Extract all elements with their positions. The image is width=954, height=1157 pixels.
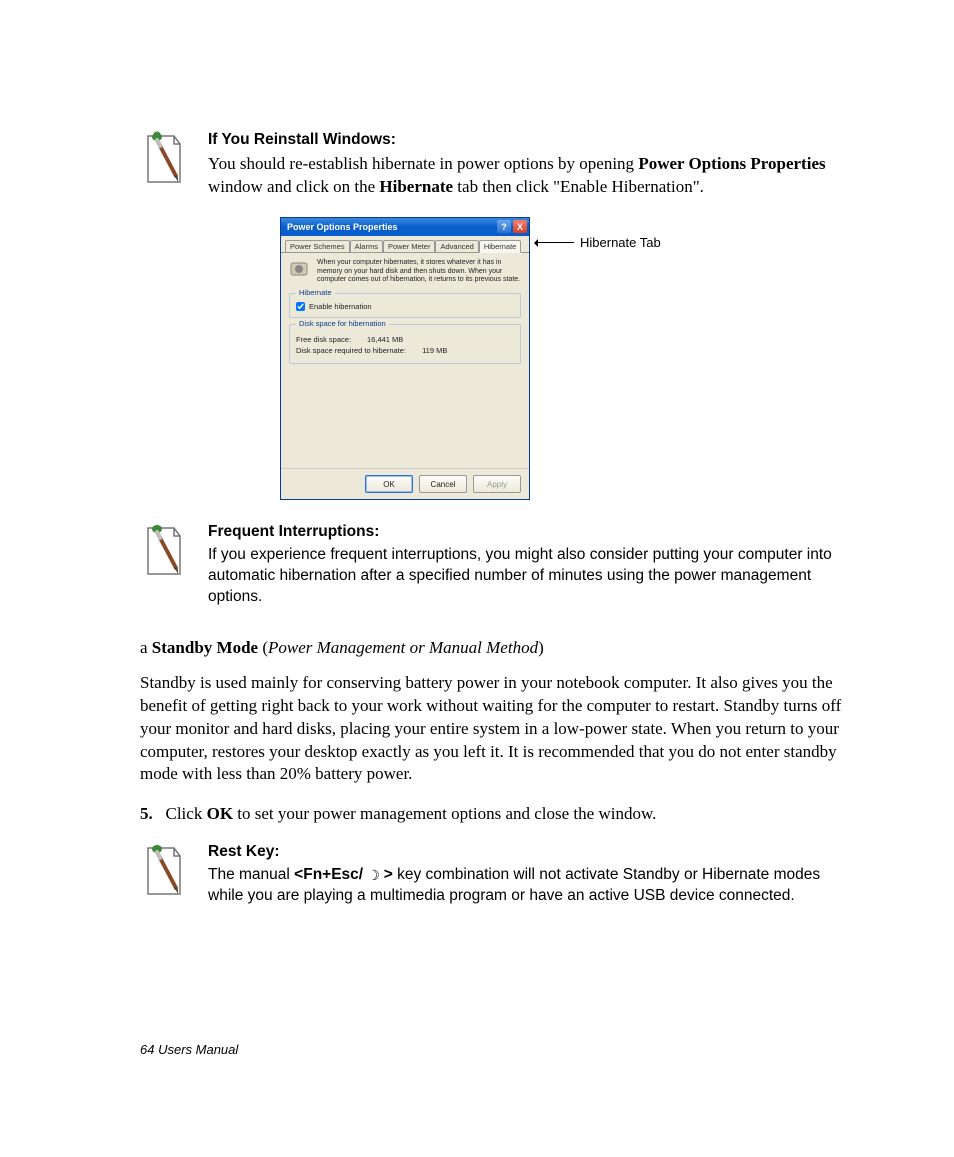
note-text: Rest Key: The manual <Fn+Esc/ ☽ > key co… — [208, 842, 854, 907]
note3-title: Rest Key: — [208, 842, 854, 863]
legend-diskspace: Disk space for hibernation — [296, 319, 389, 328]
hibernate-tab-callout: Hibernate Tab — [536, 235, 661, 250]
fieldset-diskspace: Disk space for hibernation Free disk spa… — [289, 324, 521, 364]
hibernate-info-icon — [289, 259, 311, 279]
free-disk-label: Free disk space: — [296, 335, 351, 344]
hibernate-info-text: When your computer hibernates, it stores… — [317, 259, 521, 285]
dialog-title: Power Options Properties — [287, 222, 398, 232]
note-text: If You Reinstall Windows: You should re-… — [208, 130, 854, 199]
note-frequent-interruptions: Frequent Interruptions: If you experienc… — [140, 522, 854, 608]
step-5: 5. Click OK to set your power management… — [140, 804, 854, 824]
free-disk-value: 16,441 MB — [367, 335, 403, 344]
standby-heading: a Standby Mode (Power Management or Manu… — [140, 638, 854, 658]
note2-title: Frequent Interruptions: — [208, 522, 854, 543]
enable-hibernation-checkbox[interactable]: Enable hibernation — [296, 302, 514, 311]
tab-bar: Power Schemes Alarms Power Meter Advance… — [281, 236, 529, 253]
tab-alarms[interactable]: Alarms — [350, 240, 383, 252]
note-reinstall-windows: If You Reinstall Windows: You should re-… — [140, 130, 854, 199]
dialog-titlebar: Power Options Properties ? X — [281, 218, 529, 236]
power-options-dialog-figure: Power Options Properties ? X Power Schem… — [280, 217, 854, 500]
moon-icon: ☽ — [367, 868, 379, 882]
note1-title: If You Reinstall Windows: — [208, 130, 854, 151]
apply-button[interactable]: Apply — [473, 475, 521, 493]
required-disk-value: 119 MB — [422, 346, 447, 355]
note-icon — [140, 130, 186, 188]
ok-button[interactable]: OK — [365, 475, 413, 493]
page-footer: 64 Users Manual — [140, 1042, 238, 1057]
cancel-button[interactable]: Cancel — [419, 475, 467, 493]
tab-power-meter[interactable]: Power Meter — [383, 240, 436, 252]
note-rest-key: Rest Key: The manual <Fn+Esc/ ☽ > key co… — [140, 842, 854, 907]
power-options-dialog: Power Options Properties ? X Power Schem… — [280, 217, 530, 500]
tab-power-schemes[interactable]: Power Schemes — [285, 240, 350, 252]
standby-body: Standby is used mainly for conserving ba… — [140, 672, 854, 787]
fieldset-hibernate: Hibernate Enable hibernation — [289, 293, 521, 318]
note2-body: If you experience frequent interruptions… — [208, 546, 832, 605]
legend-hibernate: Hibernate — [296, 288, 335, 297]
note-text: Frequent Interruptions: If you experienc… — [208, 522, 854, 608]
tab-advanced[interactable]: Advanced — [435, 240, 478, 252]
tab-hibernate[interactable]: Hibernate — [479, 240, 522, 253]
enable-hibernation-input[interactable] — [296, 302, 305, 311]
help-button[interactable]: ? — [497, 220, 511, 233]
note-icon — [140, 522, 186, 580]
required-disk-label: Disk space required to hibernate: — [296, 346, 406, 355]
close-button[interactable]: X — [513, 220, 527, 233]
note-icon — [140, 842, 186, 900]
